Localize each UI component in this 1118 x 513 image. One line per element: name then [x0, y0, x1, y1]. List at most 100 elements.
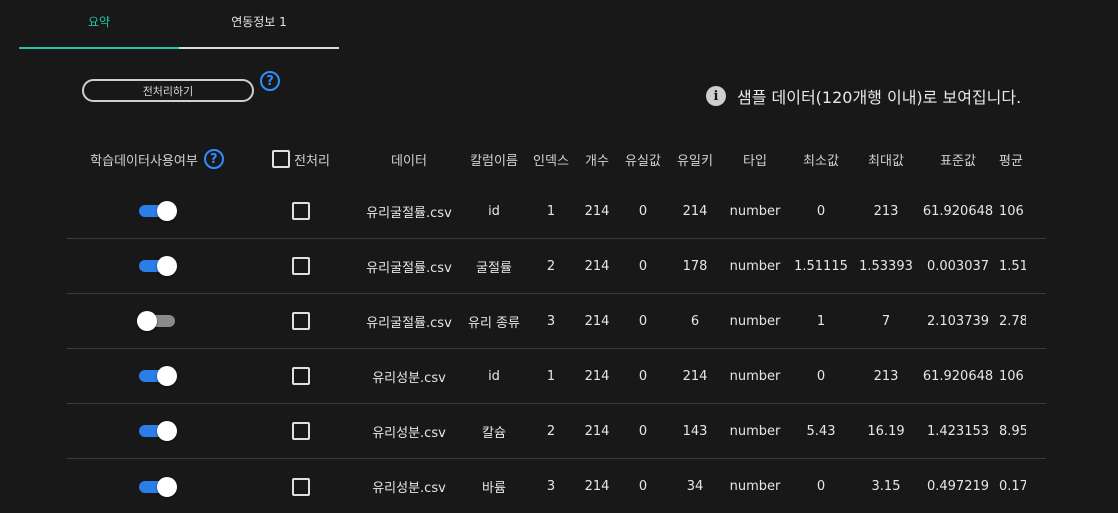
- preprocess-checkbox[interactable]: [292, 422, 310, 440]
- cell-type: number: [729, 313, 781, 329]
- cell-mean: 106: [999, 368, 1024, 384]
- header-max: 최대값: [868, 153, 904, 169]
- table-row: 유리성분.csv 칼슘 2 214 0 143 number 5.43 16.1…: [67, 404, 1046, 459]
- header-min: 최소값: [803, 153, 839, 169]
- cell-std: 61.920648: [922, 368, 994, 384]
- cell-unique: 214: [682, 368, 708, 384]
- cell-column-name: 굴절률: [476, 260, 512, 276]
- cell-unique: 6: [690, 313, 700, 329]
- use-toggle[interactable]: [139, 256, 177, 276]
- cell-min: 0: [816, 203, 826, 219]
- cell-max: 213: [873, 368, 899, 384]
- cell-mean: 8.956: [999, 423, 1026, 439]
- tab-bar: 요약 연동정보 1: [19, 0, 339, 49]
- select-all-preprocess-checkbox[interactable]: [272, 150, 291, 168]
- cell-min: 5.43: [806, 423, 836, 439]
- cell-data: 유리굴절률.csv: [366, 315, 452, 331]
- cell-std: 0.497219: [926, 479, 990, 494]
- cell-std: 2.103739: [926, 313, 990, 329]
- cell-data: 유리굴절률.csv: [366, 260, 452, 276]
- preprocess-checkbox[interactable]: [292, 257, 310, 275]
- cell-column-name: 바륨: [482, 481, 506, 496]
- cell-data: 유리성분.csv: [372, 425, 446, 441]
- toggle-knob: [157, 476, 177, 497]
- cell-max: 1.53393: [859, 258, 913, 274]
- cell-std: 1.423153: [926, 423, 990, 439]
- cell-column-name: 칼슘: [482, 425, 506, 441]
- cell-count: 214: [584, 313, 610, 329]
- header-mean: 평균: [999, 153, 1023, 169]
- use-toggle[interactable]: [139, 201, 177, 221]
- header-unique: 유일키: [677, 153, 713, 169]
- cell-unique: 34: [686, 479, 704, 494]
- cell-count: 214: [584, 203, 610, 219]
- sample-info-text: 샘플 데이터(120개행 이내)로 보여집니다.: [737, 88, 1022, 107]
- cell-std: 0.003037: [926, 258, 990, 274]
- cell-missing: 0: [638, 203, 648, 219]
- cell-count: 214: [584, 479, 610, 494]
- tab-summary[interactable]: 요약: [19, 0, 179, 49]
- cell-column-name: 유리 종류: [468, 315, 520, 331]
- cell-type: number: [729, 368, 781, 384]
- header-index: 인덱스: [533, 153, 569, 169]
- toggle-knob: [157, 421, 177, 441]
- cell-min: 0: [816, 368, 826, 384]
- cell-data: 유리성분.csv: [372, 370, 446, 386]
- table-row: 유리성분.csv id 1 214 0 214 number 0 213 61.…: [67, 349, 1046, 404]
- use-toggle[interactable]: [139, 476, 177, 497]
- use-toggle[interactable]: [137, 311, 175, 331]
- preprocess-checkbox[interactable]: [292, 312, 310, 330]
- cell-index: 2: [546, 258, 556, 274]
- preprocess-checkbox[interactable]: [292, 202, 310, 220]
- cell-count: 214: [584, 258, 610, 274]
- info-icon: i: [706, 86, 726, 106]
- cell-max: 3.15: [871, 479, 901, 494]
- cell-mean: 106: [999, 203, 1024, 219]
- cell-std: 61.920648: [922, 203, 994, 219]
- cell-column-name: id: [488, 368, 500, 384]
- header-use-label: 학습데이터사용여부: [90, 153, 198, 169]
- table-row: 유리성분.csv 바륨 3 214 0 34 number 0 3.15 0.4…: [67, 459, 1046, 513]
- cell-count: 214: [584, 423, 610, 439]
- cell-index: 1: [546, 203, 556, 219]
- cell-unique: 178: [682, 258, 708, 274]
- use-toggle[interactable]: [139, 421, 177, 441]
- cell-column-name: id: [488, 203, 500, 219]
- cell-data: 유리성분.csv: [372, 481, 446, 496]
- header-std: 표준값: [940, 153, 976, 169]
- help-icon[interactable]: ?: [260, 71, 280, 91]
- header-preprocess-cell: 전처리: [247, 134, 355, 184]
- cell-mean: 0.175: [999, 479, 1026, 494]
- toggle-knob: [157, 256, 177, 276]
- cell-type: number: [729, 479, 781, 494]
- cell-mean: 1.518: [999, 258, 1026, 274]
- table-header: 학습데이터사용여부 ? 전처리 데이터 칼럼이름 인덱스 개수 유실값 유일키 …: [67, 134, 1046, 184]
- cell-data: 유리굴절률.csv: [366, 205, 452, 221]
- header-column-name: 칼럼이름: [470, 153, 518, 169]
- cell-missing: 0: [638, 423, 648, 439]
- tab-integration-info-1[interactable]: 연동정보 1: [179, 0, 339, 49]
- preprocess-button[interactable]: 전처리하기: [82, 79, 254, 102]
- help-icon[interactable]: ?: [203, 149, 224, 169]
- cell-min: 1: [816, 313, 826, 329]
- table-row: 유리굴절률.csv 유리 종류 3 214 0 6 number 1 7 2.1…: [67, 294, 1046, 349]
- header-preprocess-label: 전처리: [294, 153, 330, 169]
- cell-missing: 0: [638, 313, 648, 329]
- cell-min: 1.51115: [794, 258, 848, 274]
- cell-index: 3: [546, 313, 556, 329]
- cell-type: number: [729, 423, 781, 439]
- cell-max: 16.19: [867, 423, 905, 439]
- preprocess-checkbox[interactable]: [292, 367, 310, 385]
- cell-index: 2: [546, 423, 556, 439]
- header-count: 개수: [585, 153, 609, 169]
- table-row: 유리굴절률.csv 굴절률 2 214 0 178 number 1.51115…: [67, 239, 1046, 294]
- header-type: 타입: [743, 153, 767, 169]
- use-toggle[interactable]: [139, 366, 177, 386]
- cell-min: 0: [816, 479, 826, 494]
- preprocess-checkbox[interactable]: [292, 477, 310, 496]
- cell-missing: 0: [638, 258, 648, 274]
- cell-type: number: [729, 203, 781, 219]
- cell-unique: 143: [682, 423, 708, 439]
- header-use-cell: 학습데이터사용여부 ?: [67, 134, 247, 184]
- cell-max: 7: [881, 313, 891, 329]
